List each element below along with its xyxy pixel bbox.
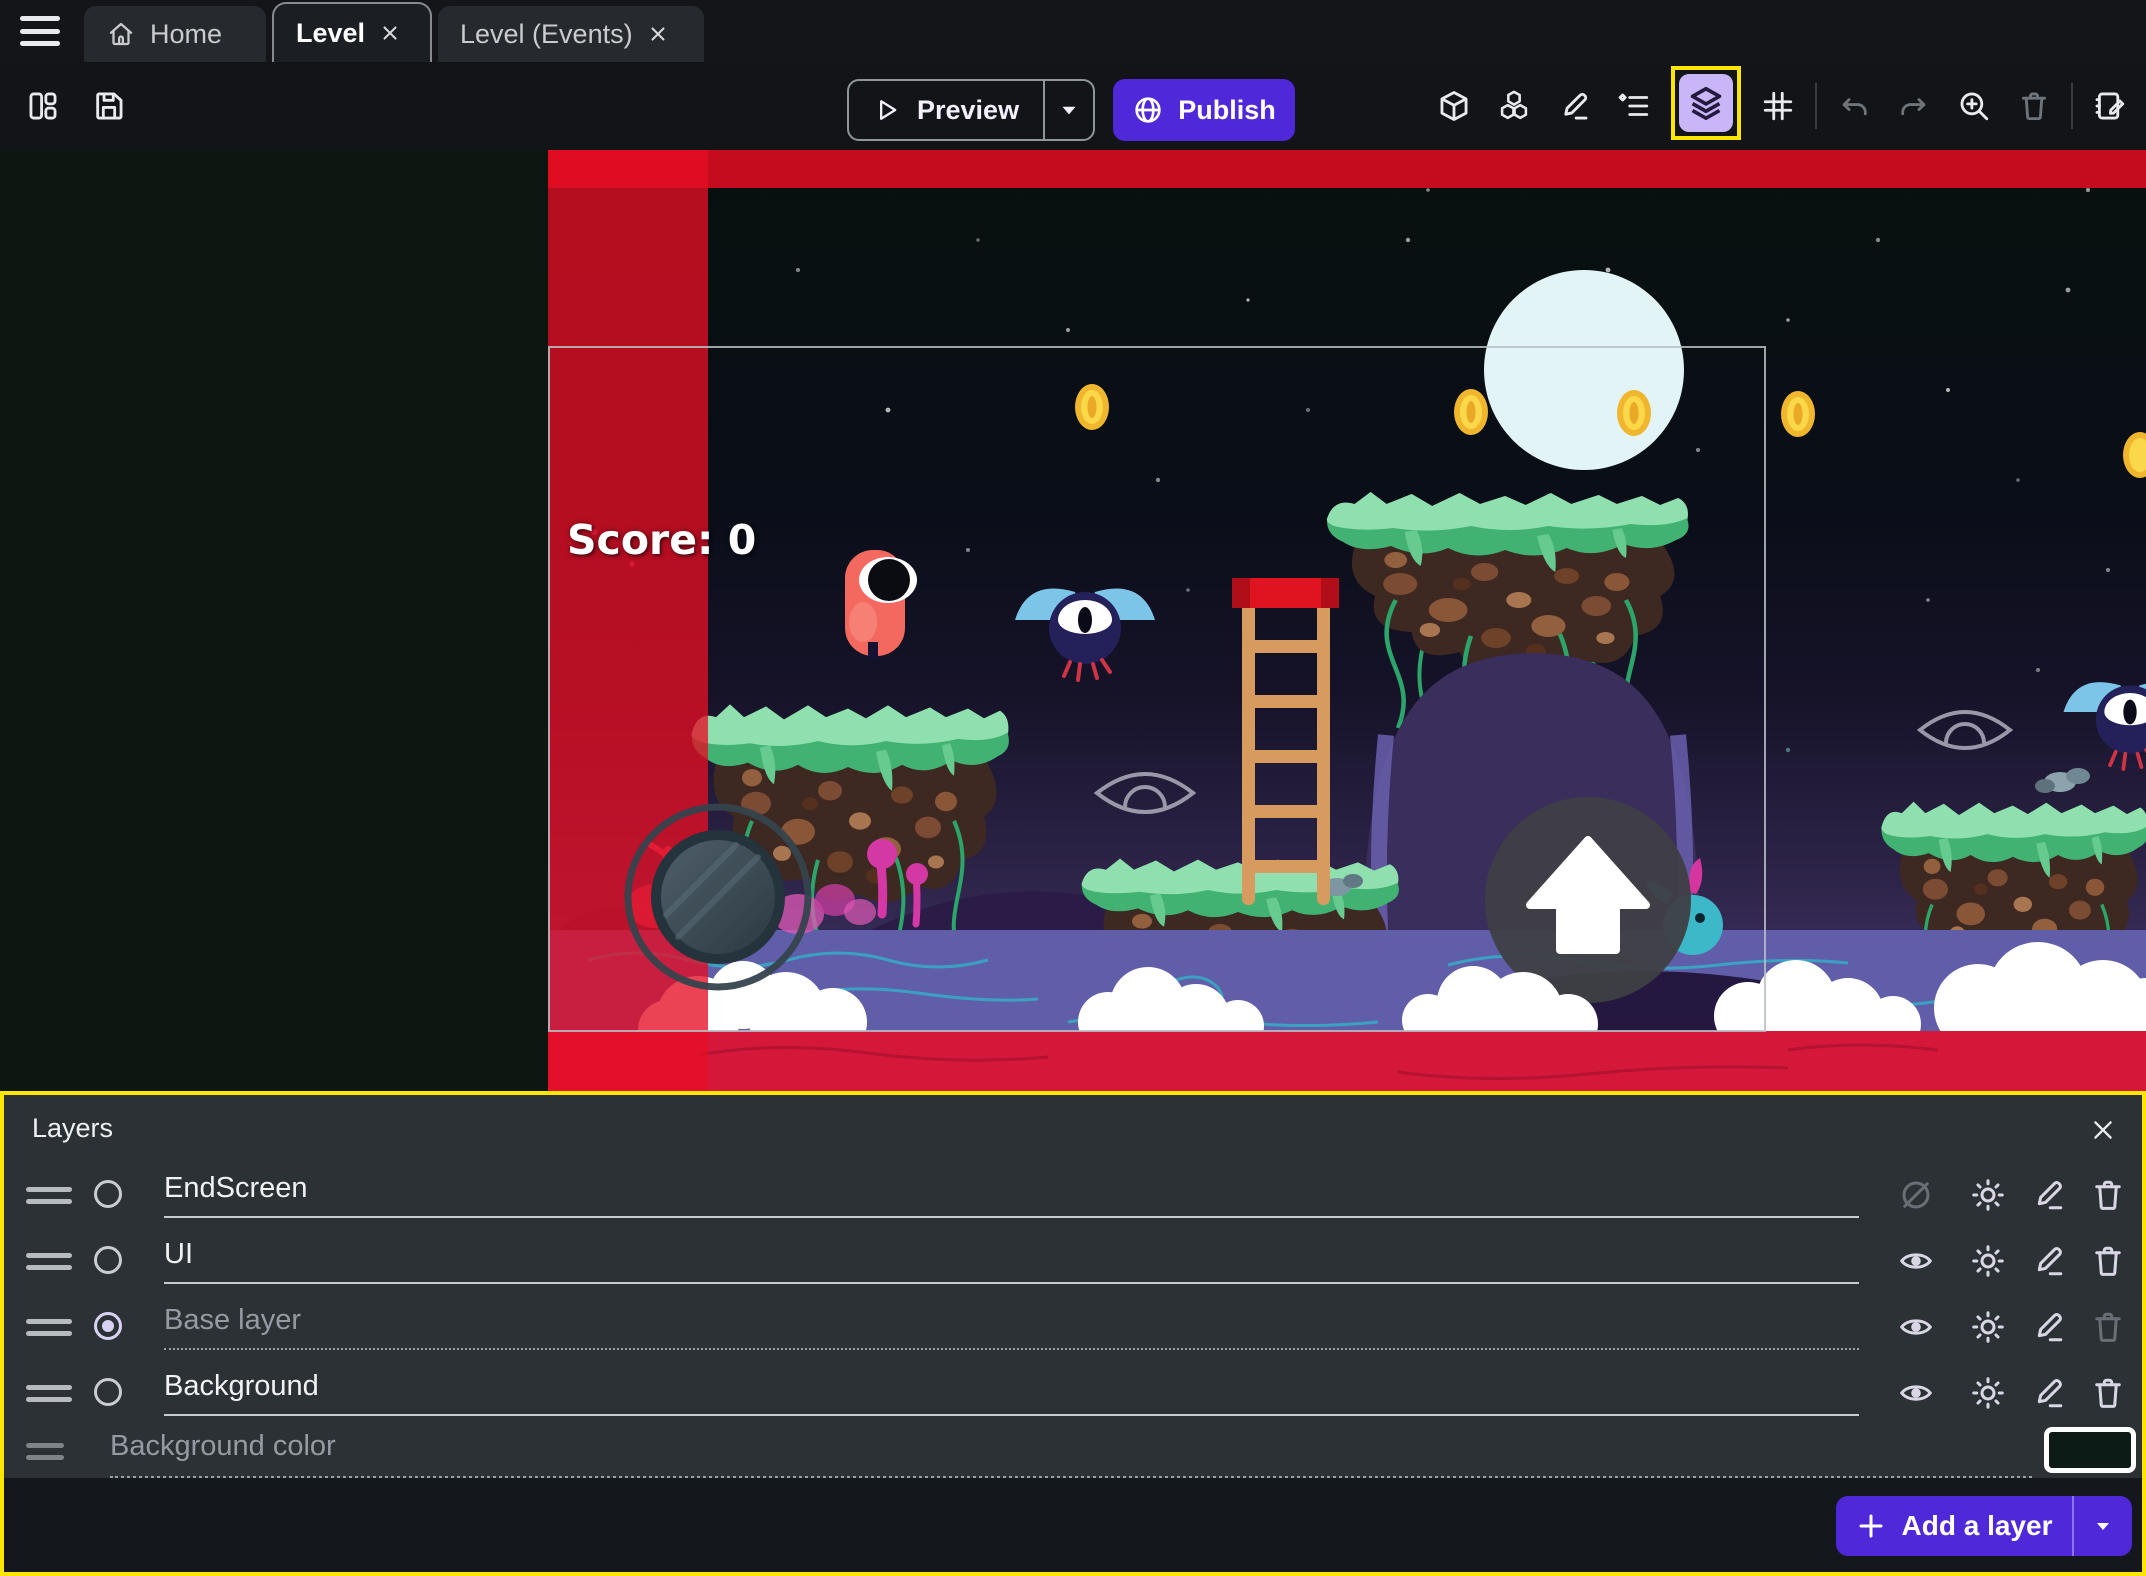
objects-panel-icon[interactable]: [1431, 83, 1477, 129]
layer-select-radio[interactable]: [94, 1180, 122, 1208]
panels-layout-icon[interactable]: [20, 83, 66, 129]
layer-select-radio-checked[interactable]: [94, 1312, 122, 1340]
layer-rename-pencil-icon[interactable]: [2024, 1237, 2072, 1285]
tab-bar: Home Level Level (Events): [0, 0, 2146, 62]
toolbar: Preview Publish: [0, 62, 2146, 150]
layer-delete-trash-icon[interactable]: [2084, 1369, 2132, 1417]
panel-footer: [4, 1478, 2142, 1572]
layers-panel-icon[interactable]: [1679, 74, 1733, 132]
drag-handle-icon[interactable]: [26, 1378, 74, 1409]
background-color-swatch[interactable]: [2044, 1427, 2136, 1473]
close-tab-icon[interactable]: [379, 22, 401, 44]
tab-events-label: Level (Events): [460, 19, 633, 50]
layer-name-input[interactable]: Background: [164, 1370, 1859, 1416]
eye-icon[interactable]: [1892, 1303, 1940, 1351]
app-window: Home Level Level (Events): [0, 0, 2146, 1576]
layer-select-radio[interactable]: [94, 1246, 122, 1274]
layer-name-input[interactable]: UI: [164, 1238, 1859, 1284]
layer-row-background: Background: [4, 1364, 2142, 1422]
plus-icon: [1856, 1511, 1886, 1541]
layer-rename-pencil-icon[interactable]: [2024, 1369, 2072, 1417]
game-scene[interactable]: [548, 150, 2146, 1091]
layer-lighting-icon[interactable]: [1964, 1303, 2012, 1351]
publish-button[interactable]: Publish: [1113, 79, 1295, 141]
layer-delete-trash-icon[interactable]: [2084, 1237, 2132, 1285]
menu-icon[interactable]: [18, 13, 62, 49]
layer-lighting-icon[interactable]: [1964, 1237, 2012, 1285]
preview-dropdown-button[interactable]: [1045, 81, 1093, 139]
save-icon[interactable]: [86, 83, 132, 129]
grid-icon[interactable]: [1755, 83, 1801, 129]
layer-row-endscreen: EndScreen: [4, 1166, 2142, 1224]
tab-level-label: Level: [296, 18, 365, 49]
layer-delete-trash-icon[interactable]: [2084, 1171, 2132, 1219]
instances-list-icon[interactable]: [1611, 83, 1657, 129]
close-panel-icon[interactable]: [2086, 1113, 2120, 1147]
layer-name-input[interactable]: Base layer: [164, 1304, 1859, 1350]
eye-icon[interactable]: [1892, 1369, 1940, 1417]
tab-level-events[interactable]: Level (Events): [438, 6, 704, 62]
home-icon: [106, 19, 136, 49]
add-layer-button[interactable]: Add a layer: [1836, 1496, 2132, 1556]
preview-label: Preview: [917, 95, 1019, 126]
edit-scene-icon[interactable]: [2087, 83, 2133, 129]
layers-panel: Layers EndScreen UI: [0, 1091, 2146, 1576]
instances-panel-icon[interactable]: [1491, 83, 1537, 129]
layer-delete-trash-icon-disabled: [2084, 1303, 2132, 1351]
undo-icon[interactable]: [1831, 83, 1877, 129]
layer-name-input[interactable]: EndScreen: [164, 1172, 1859, 1218]
virtual-joystick[interactable]: [628, 807, 808, 987]
layer-rename-pencil-icon[interactable]: [2024, 1171, 2072, 1219]
drag-handle-icon[interactable]: [26, 1312, 74, 1343]
layer-lighting-icon[interactable]: [1964, 1369, 2012, 1417]
layer-select-radio[interactable]: [94, 1378, 122, 1406]
delete-icon[interactable]: [2011, 83, 2057, 129]
layer-rename-pencil-icon[interactable]: [2024, 1303, 2072, 1351]
tab-home-label: Home: [150, 19, 222, 50]
drag-handle-icon[interactable]: [26, 1246, 74, 1277]
eye-off-icon[interactable]: [1892, 1171, 1940, 1219]
drag-handle-icon[interactable]: [26, 1180, 74, 1211]
properties-pencil-icon[interactable]: [1551, 83, 1597, 129]
publish-label: Publish: [1178, 95, 1276, 126]
layer-row-base: Base layer: [4, 1298, 2142, 1356]
scene-editor-canvas[interactable]: Score: 0 -160;282: [0, 150, 2146, 1091]
close-tab-icon[interactable]: [647, 23, 669, 45]
layer-lighting-icon[interactable]: [1964, 1171, 2012, 1219]
tab-home[interactable]: Home: [84, 6, 266, 62]
tab-level-active[interactable]: Level: [272, 2, 432, 62]
eye-icon[interactable]: [1892, 1237, 1940, 1285]
score-text-object[interactable]: Score: 0: [567, 516, 756, 564]
layers-highlight-annotation: [1671, 66, 1741, 140]
add-layer-label: Add a layer: [1902, 1510, 2053, 1542]
globe-icon: [1132, 94, 1164, 126]
background-color-label: Background color: [110, 1430, 336, 1463]
layers-panel-title: Layers: [32, 1113, 113, 1144]
play-icon: [873, 96, 901, 124]
add-layer-dropdown-button[interactable]: [2074, 1496, 2132, 1556]
jump-button[interactable]: [1485, 797, 1691, 1003]
drag-handle-icon: [26, 1436, 74, 1467]
preview-button[interactable]: Preview: [847, 79, 1095, 141]
moon[interactable]: [1484, 270, 1684, 470]
redo-icon[interactable]: [1891, 83, 1937, 129]
zoom-in-icon[interactable]: [1951, 83, 1997, 129]
layer-row-ui: UI: [4, 1232, 2142, 1290]
background-color-row: Background color: [4, 1424, 2142, 1478]
